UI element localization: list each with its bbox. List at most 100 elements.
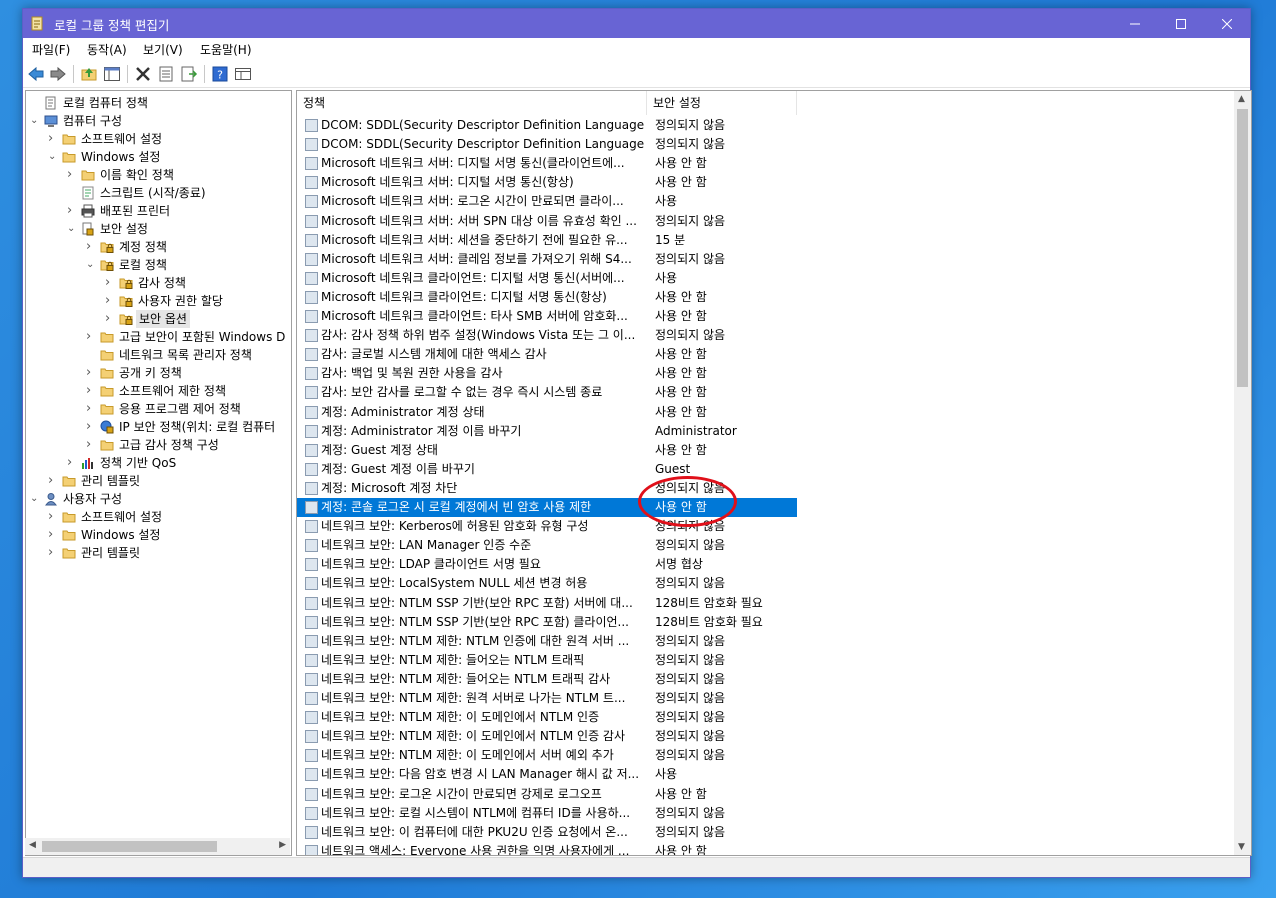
expand-chevron-icon[interactable]: › xyxy=(86,364,96,382)
policy-row[interactable]: Microsoft 네트워크 클라이언트: 타사 SMB 서버에 암호화... 사… xyxy=(297,307,797,326)
policy-row[interactable]: 네트워크 보안: LDAP 클라이언트 서명 필요 서명 협상 xyxy=(297,555,797,574)
expand-chevron-icon[interactable]: › xyxy=(86,436,96,454)
expand-chevron-icon[interactable]: › xyxy=(48,472,58,490)
policy-row[interactable]: 네트워크 보안: 다음 암호 변경 시 LAN Manager 해시 값 저..… xyxy=(297,765,797,784)
close-button[interactable] xyxy=(1204,9,1250,38)
policy-name: 감사: 감사 정책 하위 범주 설정(Windows Vista 또는 그 이.… xyxy=(321,328,636,343)
back-icon[interactable] xyxy=(27,65,45,83)
policy-row[interactable]: 네트워크 보안: NTLM 제한: 원격 서버로 나가는 NTLM 트... 정의… xyxy=(297,689,797,708)
expand-chevron-icon[interactable]: › xyxy=(67,166,77,184)
expand-chevron-icon[interactable]: › xyxy=(86,382,96,400)
policy-row[interactable]: 네트워크 보안: NTLM SSP 기반(보안 RPC 포함) 클라이언... 1… xyxy=(297,613,797,632)
maximize-button[interactable] xyxy=(1158,9,1204,38)
title-bar[interactable]: 로컬 그룹 정책 편집기 xyxy=(23,9,1250,38)
up-folder-icon[interactable] xyxy=(80,65,98,83)
policy-row[interactable]: 계정: Guest 계정 상태 사용 안 함 xyxy=(297,441,797,460)
policy-row[interactable]: 네트워크 보안: 로컬 시스템이 NTLM에 컴퓨터 ID를 사용하... 정의되… xyxy=(297,804,797,823)
show-hide-tree-icon[interactable] xyxy=(103,65,121,83)
expand-chevron-icon[interactable]: › xyxy=(105,274,115,292)
collapse-chevron-icon[interactable]: ⌄ xyxy=(67,220,77,238)
scroll-up-icon[interactable]: ▲ xyxy=(1238,94,1245,104)
view-icon[interactable] xyxy=(234,65,252,83)
policy-row[interactable]: Microsoft 네트워크 클라이언트: 디지털 서명 통신(서버에... 사용 xyxy=(297,269,797,288)
policy-row[interactable]: Microsoft 네트워크 서버: 클레임 정보를 가져오기 위해 S4...… xyxy=(297,250,797,269)
policy-row[interactable]: 계정: Administrator 계정 상태 사용 안 함 xyxy=(297,403,797,422)
menu-help[interactable]: 도움말(H) xyxy=(200,41,252,58)
policy-row[interactable]: 계정: Administrator 계정 이름 바꾸기 Administrator xyxy=(297,422,797,441)
policy-row[interactable]: 감사: 감사 정책 하위 범주 설정(Windows Vista 또는 그 이.… xyxy=(297,326,797,345)
policy-row[interactable]: 감사: 보안 감사를 로그할 수 없는 경우 즉시 시스템 종료 사용 안 함 xyxy=(297,383,797,402)
expand-chevron-icon[interactable]: › xyxy=(105,292,115,310)
policy-list-pane[interactable]: 정책 ^ 보안 설정 DCOM: SDDL(Security Descripto… xyxy=(296,90,1252,856)
expand-chevron-icon[interactable]: › xyxy=(86,328,96,346)
policy-row[interactable]: 네트워크 보안: 이 컴퓨터에 대한 PKU2U 인증 요청에서 온... 정의되… xyxy=(297,823,797,842)
forward-icon[interactable] xyxy=(49,65,67,83)
policy-row[interactable]: 네트워크 보안: 로그온 시간이 만료되면 강제로 로그오프 사용 안 함 xyxy=(297,785,797,804)
column-header-policy[interactable]: 정책 ^ xyxy=(297,91,647,115)
collapse-chevron-icon[interactable]: ⌄ xyxy=(48,148,58,166)
scroll-right-icon[interactable]: ▶ xyxy=(279,840,286,850)
policy-row[interactable]: Microsoft 네트워크 서버: 세션을 중단하기 전에 필요한 유... 1… xyxy=(297,231,797,250)
menu-file[interactable]: 파일(F) xyxy=(32,41,70,58)
policy-row[interactable]: 감사: 글로벌 시스템 개체에 대한 액세스 감사 사용 안 함 xyxy=(297,345,797,364)
policy-row[interactable]: Microsoft 네트워크 서버: 로그온 시간이 만료되면 클라이... 사용 xyxy=(297,192,797,211)
policy-setting-icon xyxy=(305,558,318,572)
policy-setting-icon xyxy=(305,348,318,362)
collapse-chevron-icon[interactable]: ⌄ xyxy=(86,256,96,274)
policy-row[interactable]: Microsoft 네트워크 서버: 서버 SPN 대상 이름 유효성 확인 .… xyxy=(297,212,797,231)
scroll-thumb[interactable] xyxy=(1237,109,1248,387)
policy-row[interactable]: DCOM: SDDL(Security Descriptor Definitio… xyxy=(297,116,797,135)
policy-row[interactable]: 네트워크 보안: LocalSystem NULL 세션 변경 허용 정의되지 않… xyxy=(297,574,797,593)
menu-action[interactable]: 동작(A) xyxy=(87,41,127,58)
scroll-down-icon[interactable]: ▼ xyxy=(1238,842,1245,852)
expand-chevron-icon[interactable]: › xyxy=(86,400,96,418)
policy-setting-icon xyxy=(305,634,318,648)
minimize-button[interactable] xyxy=(1112,9,1158,38)
expand-chevron-icon[interactable]: › xyxy=(48,544,58,562)
policy-row[interactable]: DCOM: SDDL(Security Descriptor Definitio… xyxy=(297,135,797,154)
policy-row[interactable]: 네트워크 보안: NTLM 제한: 이 도메인에서 NTLM 인증 정의되지 않음 xyxy=(297,708,797,727)
expand-chevron-icon[interactable]: › xyxy=(48,526,58,544)
policy-row[interactable]: 네트워크 보안: NTLM 제한: NTLM 인증에 대한 원격 서버 ... 정… xyxy=(297,632,797,651)
help-icon[interactable]: ? xyxy=(211,65,229,83)
tree-pane[interactable]: 로컬 컴퓨터 정책 ⌄ 컴퓨터 구성 › 소프트웨어 설정 ⌄ Windows 설정 › 이름 … xyxy=(25,90,292,856)
menu-view[interactable]: 보기(V) xyxy=(143,41,183,58)
policy-row[interactable]: 감사: 백업 및 복원 권한 사용을 감사 사용 안 함 xyxy=(297,364,797,383)
collapse-chevron-icon[interactable]: ⌄ xyxy=(30,490,40,508)
properties-icon[interactable] xyxy=(157,65,175,83)
policy-row[interactable]: Microsoft 네트워크 서버: 디지털 서명 통신(클라이언트에... 사용… xyxy=(297,154,797,173)
expand-chevron-icon[interactable]: › xyxy=(105,310,115,328)
expand-chevron-icon[interactable]: › xyxy=(67,202,77,220)
expand-chevron-icon[interactable]: › xyxy=(48,508,58,526)
policy-row[interactable]: 네트워크 보안: NTLM 제한: 이 도메인에서 서버 예외 추가 정의되지 않… xyxy=(297,746,797,765)
policy-security-setting: 사용 안 함 xyxy=(655,366,707,381)
policy-security-setting: 정의되지 않음 xyxy=(655,137,726,152)
column-header-setting[interactable]: 보안 설정 xyxy=(647,91,797,115)
expand-chevron-icon[interactable]: › xyxy=(86,238,96,256)
folder-icon xyxy=(62,530,76,541)
policy-setting-icon xyxy=(305,424,318,438)
scroll-thumb[interactable] xyxy=(42,841,217,852)
tree-horizontal-scrollbar[interactable]: ◀ ▶ xyxy=(25,838,290,855)
policy-row[interactable]: 네트워크 보안: LAN Manager 인증 수준 정의되지 않음 xyxy=(297,536,797,555)
policy-name: 네트워크 보안: LDAP 클라이언트 서명 필요 xyxy=(321,557,541,572)
export-list-icon[interactable] xyxy=(180,65,198,83)
computer-icon xyxy=(44,115,58,127)
delete-icon[interactable] xyxy=(134,65,152,83)
policy-row[interactable]: Microsoft 네트워크 서버: 디지털 서명 통신(항상) 사용 안 함 xyxy=(297,173,797,192)
policy-row[interactable]: 네트워크 보안: NTLM 제한: 들어오는 NTLM 트래픽 감사 정의되지 않… xyxy=(297,670,797,689)
expand-chevron-icon[interactable]: › xyxy=(86,418,96,436)
expand-chevron-icon[interactable]: › xyxy=(48,130,58,148)
policy-row[interactable]: Microsoft 네트워크 클라이언트: 디지털 서명 통신(항상) 사용 안 … xyxy=(297,288,797,307)
policy-row[interactable]: 네트워크 보안: NTLM 제한: 들어오는 NTLM 트래픽 정의되지 않음 xyxy=(297,651,797,670)
policy-row[interactable]: 네트워크 보안: NTLM 제한: 이 도메인에서 NTLM 인증 감사 정의되지… xyxy=(297,727,797,746)
expand-chevron-icon[interactable]: › xyxy=(67,454,77,472)
policy-row[interactable]: 계정: Guest 계정 이름 바꾸기 Guest xyxy=(297,460,797,479)
collapse-chevron-icon[interactable]: ⌄ xyxy=(30,112,40,130)
policy-name: 네트워크 액세스: Everyone 사용 권한을 익명 사용자에게 ... xyxy=(321,843,630,856)
policy-row[interactable]: 네트워크 보안: NTLM SSP 기반(보안 RPC 포함) 서버에 대...… xyxy=(297,594,797,613)
scroll-left-icon[interactable]: ◀ xyxy=(29,840,36,850)
list-vertical-scrollbar[interactable]: ▲ ▼ xyxy=(1234,91,1251,855)
policy-row[interactable]: 네트워크 액세스: Everyone 사용 권한을 익명 사용자에게 ... 사용… xyxy=(297,842,797,856)
policy-row[interactable]: 네트워크 보안: Kerberos에 허용된 암호화 유형 구성 정의되지 않음 xyxy=(297,517,797,536)
